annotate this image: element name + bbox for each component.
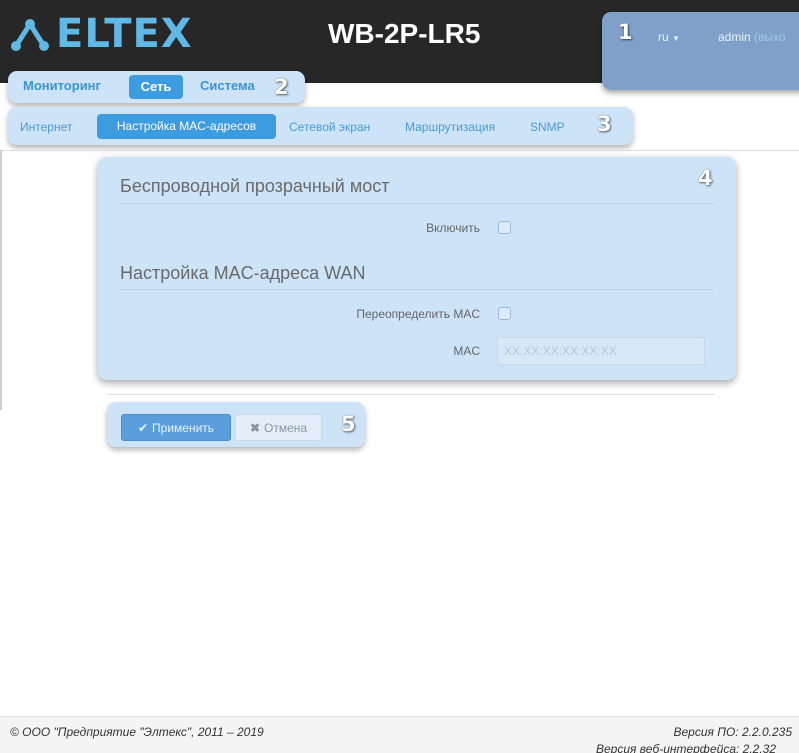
- check-icon: ✔: [137, 420, 149, 435]
- logout-link[interactable]: (выхо: [754, 30, 786, 44]
- callout-5: 5: [341, 412, 356, 436]
- eltex-logo-icon: [11, 19, 49, 51]
- apply-button[interactable]: ✔ Применить: [121, 414, 231, 441]
- cancel-button[interactable]: ✖ Отмена: [235, 414, 322, 441]
- close-icon: ✖: [249, 420, 260, 435]
- override-mac-checkbox[interactable]: [498, 307, 511, 320]
- section-title-wan-mac: Настройка MAC-адреса WAN: [120, 263, 366, 283]
- subnav-mac-settings[interactable]: Настройка MAC-адресов: [97, 114, 276, 139]
- left-edge: [0, 150, 2, 410]
- main-nav: Мониторинг Сеть Система 2: [8, 71, 305, 103]
- apply-label: Применить: [152, 420, 215, 435]
- subnav-routing[interactable]: Маршрутизация: [405, 120, 495, 134]
- web-version: Версия веб-интерфейса: 2.2.32: [596, 742, 777, 753]
- callout-2: 2: [274, 75, 289, 99]
- callout-4: 4: [698, 166, 713, 190]
- language-label: ru: [658, 30, 669, 44]
- nav-monitoring[interactable]: Мониторинг: [23, 78, 101, 93]
- mac-label: MAC: [453, 344, 480, 358]
- footer: © ООО "Предприятие "Элтекс", 2011 – 2019…: [0, 716, 799, 753]
- user-panel: 1 ru ▼ admin (выхо: [602, 12, 799, 90]
- section-title-bridge: Беспроводной прозрачный мост: [120, 176, 390, 196]
- caret-down-icon: ▼: [672, 34, 680, 43]
- callout-3: 3: [597, 112, 612, 136]
- brand-name: ELTEX: [56, 11, 193, 57]
- form-actions: ✔ Применить ✖ Отмена 5: [107, 402, 365, 447]
- copyright: © ООО "Предприятие "Элтекс", 2011 – 2019: [10, 725, 264, 739]
- enable-checkbox[interactable]: [498, 221, 511, 234]
- cancel-label: Отмена: [264, 420, 308, 435]
- device-name: WB-2P-LR5: [328, 18, 481, 49]
- sub-nav: Интернет Настройка MAC-адресов Сетевой э…: [8, 107, 633, 145]
- section-divider: [120, 289, 714, 290]
- form-divider: [107, 394, 715, 395]
- nav-network[interactable]: Сеть: [129, 75, 183, 99]
- callout-1: 1: [618, 20, 633, 44]
- logo: ELTEX: [10, 14, 193, 54]
- override-mac-label: Переопределить MAC: [356, 307, 480, 321]
- enable-label: Включить: [426, 221, 480, 235]
- nav-system[interactable]: Система: [200, 78, 255, 93]
- section-divider: [120, 203, 714, 204]
- settings-form: 4 Беспроводной прозрачный мост Включить …: [98, 157, 736, 380]
- subnav-firewall[interactable]: Сетевой экран: [289, 120, 370, 134]
- nav-divider: [0, 150, 799, 151]
- firmware-version: Версия ПО: 2.2.0.235: [673, 725, 792, 739]
- language-select[interactable]: ru ▼: [658, 30, 680, 44]
- mac-input[interactable]: [497, 337, 705, 365]
- user-menu[interactable]: admin (выхо: [718, 30, 786, 44]
- username: admin: [718, 30, 751, 44]
- subnav-internet[interactable]: Интернет: [20, 120, 72, 134]
- subnav-snmp[interactable]: SNMP: [530, 120, 565, 134]
